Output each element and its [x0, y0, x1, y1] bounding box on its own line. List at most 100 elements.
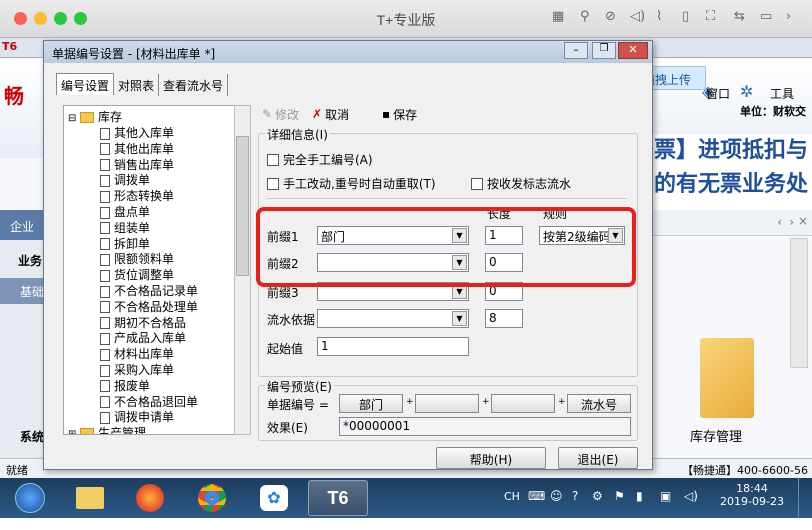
tree-item[interactable]: 盘点单: [100, 203, 150, 219]
tree-item-label: 调拨单: [114, 173, 151, 188]
dropdown-arrow-icon[interactable]: ▼: [452, 311, 467, 326]
tree-item[interactable]: 材料出库单: [100, 345, 174, 361]
tree-item[interactable]: 限额领料单: [100, 250, 174, 266]
start-value-input[interactable]: 1: [317, 337, 469, 356]
dialog-titlebar[interactable]: 单据编号设置 - [材料出库单 *] – ❐ ✕: [44, 41, 652, 63]
checkbox-box[interactable]: [267, 177, 279, 190]
taskbar-chrome[interactable]: [184, 480, 240, 516]
tree-next-root[interactable]: ⊞ 生产管理: [68, 424, 146, 434]
left-tab-system[interactable]: 系统: [20, 428, 44, 445]
tab-view-serial[interactable]: 查看流水号: [159, 74, 229, 96]
close-tab-icon[interactable]: ×: [798, 214, 808, 228]
promo-banner[interactable]: 票】进项抵扣与 的有无票业务处: [650, 134, 812, 212]
tree-item-label: 期初不合格品: [114, 315, 187, 330]
taskbar-explorer[interactable]: [62, 480, 118, 516]
settings-tray-icon[interactable]: ⚙: [592, 489, 603, 529]
tree-scroll-thumb[interactable]: [236, 136, 249, 276]
scroll-right-icon[interactable]: ›: [789, 215, 794, 229]
serial-length[interactable]: 8: [485, 309, 523, 328]
serial-basis-select[interactable]: ▼: [317, 309, 469, 328]
more-icon[interactable]: ›: [786, 9, 791, 24]
modify-button[interactable]: ✎ 修改: [262, 105, 299, 123]
start-button[interactable]: [2, 480, 58, 516]
bg-scrollbar[interactable]: [790, 238, 808, 368]
emoji-tray-icon[interactable]: ☺: [550, 489, 563, 529]
module-caption[interactable]: 库存管理: [690, 426, 742, 445]
mic-icon[interactable]: ⌇: [656, 9, 662, 24]
network-tray-icon[interactable]: ▣: [660, 489, 671, 529]
help-tray-icon[interactable]: ?: [572, 489, 578, 529]
tree-item[interactable]: 其他入库单: [100, 124, 174, 140]
banner-line1: 票】进项抵扣与: [654, 138, 809, 163]
taskbar-cloud[interactable]: ✿: [246, 480, 302, 516]
left-tab-basic[interactable]: 基础: [0, 278, 48, 304]
number-settings-dialog: 单据编号设置 - [材料出库单 *] – ❐ ✕ 编号设置 对照表 查看流水号 ⊟ …: [43, 40, 653, 470]
show-desktop-button[interactable]: [798, 478, 812, 518]
input-language[interactable]: CH: [504, 490, 520, 530]
document-icon: [100, 411, 110, 424]
left-tab-business[interactable]: 业务: [18, 252, 42, 269]
help-button[interactable]: 帮助(H): [436, 447, 546, 469]
keyboard-tray-icon[interactable]: ⌨: [528, 489, 545, 529]
cancel-button[interactable]: ✗ 取消: [312, 105, 349, 123]
gear-icon[interactable]: ✲: [740, 82, 753, 101]
tree-item-label: 限额领料单: [114, 252, 175, 267]
tree-item[interactable]: 调拨申请单: [100, 408, 174, 424]
folder-icon: [80, 428, 95, 434]
tree-item[interactable]: 不合格品退回单: [100, 393, 198, 409]
volume-tray-icon[interactable]: ◁): [684, 489, 698, 529]
tree-item[interactable]: 调拨单: [100, 171, 150, 187]
flag-tray-icon[interactable]: ⚑: [614, 489, 625, 529]
checkbox-box[interactable]: [267, 153, 279, 166]
menu-tools[interactable]: 工具: [770, 85, 794, 102]
close-icon[interactable]: ✕: [618, 42, 648, 59]
battery-tray-icon[interactable]: ▮: [636, 489, 643, 529]
scroll-left-icon[interactable]: ‹: [777, 215, 782, 229]
folder-icon[interactable]: [700, 338, 754, 418]
camera-off-icon[interactable]: ⊘: [605, 9, 616, 24]
auto-renumber-checkbox[interactable]: 手工改动,重号时自动重取(T): [267, 175, 436, 192]
preview-part-serial: 流水号: [567, 394, 631, 413]
tree-item[interactable]: 不合格品记录单: [100, 282, 198, 298]
start-value-label: 起始值: [267, 342, 304, 356]
usb-icon[interactable]: ⚲: [580, 9, 590, 24]
taskbar-t6[interactable]: T6: [308, 480, 368, 516]
tree-root[interactable]: ⊟ 库存: [68, 108, 122, 124]
maximize-icon[interactable]: ❐: [592, 42, 616, 59]
taskbar-firefox[interactable]: [122, 480, 178, 516]
keyboard-icon[interactable]: ▦: [552, 9, 564, 24]
tab-number-settings[interactable]: 编号设置: [56, 73, 115, 95]
send-flag-checkbox[interactable]: 按收发标志流水: [471, 175, 571, 192]
tree-item[interactable]: 组装单: [100, 219, 150, 235]
tab-mapping[interactable]: 对照表: [114, 74, 160, 96]
tree-item[interactable]: 不合格品处理单: [100, 298, 198, 314]
tree-item[interactable]: 形态转换单: [100, 187, 174, 203]
save-button[interactable]: ▪ 保存: [382, 105, 417, 123]
dialog-title: 单据编号设置 - [材料出库单 *]: [52, 47, 216, 61]
document-icon: [100, 348, 110, 361]
clock[interactable]: 18:44 2019-09-23: [720, 482, 784, 522]
tree-item[interactable]: 拆卸单: [100, 235, 150, 251]
mac-title-bar: T+专业版 ▦ ⚲ ⊘ ◁) ⌇ ▯ ⛶ ⇆ ▭ ›: [0, 0, 812, 38]
tree-item[interactable]: 报废单: [100, 377, 150, 393]
tree-item[interactable]: 其他出库单: [100, 140, 174, 156]
screenshot-icon[interactable]: ⛶: [706, 9, 715, 24]
phone-icon[interactable]: ▯: [682, 9, 689, 24]
checkbox-box[interactable]: [471, 177, 483, 190]
tree-scrollbar[interactable]: [234, 105, 251, 435]
tree-item[interactable]: 产成品入库单: [100, 329, 186, 345]
tree-item[interactable]: 货位调整单: [100, 266, 174, 282]
tree-item[interactable]: 期初不合格品: [100, 314, 186, 330]
expand-icon[interactable]: ⊞: [68, 429, 76, 434]
display-icon[interactable]: ▭: [760, 9, 772, 24]
menu-window[interactable]: 窗口: [706, 85, 730, 102]
volume-icon[interactable]: ◁): [630, 9, 645, 24]
share-icon[interactable]: ⇆: [734, 9, 745, 24]
tree-item[interactable]: 采购入库单: [100, 361, 174, 377]
tree-item[interactable]: 销售出库单: [100, 156, 174, 172]
left-tab-company[interactable]: 企业: [0, 210, 48, 240]
manual-number-checkbox[interactable]: 完全手工编号(A): [267, 151, 373, 168]
collapse-icon[interactable]: ⊟: [68, 113, 76, 124]
exit-button[interactable]: 退出(E): [558, 447, 638, 469]
minimize-icon[interactable]: –: [564, 42, 588, 59]
